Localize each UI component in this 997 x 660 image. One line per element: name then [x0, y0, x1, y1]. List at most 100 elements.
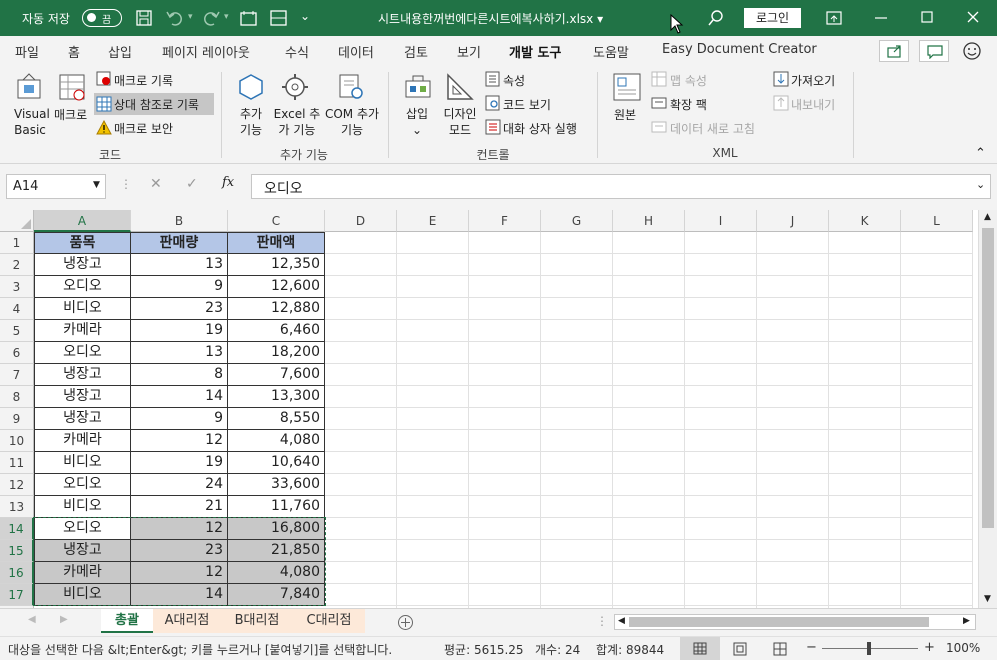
grid-cell[interactable] — [757, 518, 829, 540]
table-cell[interactable]: 12 — [131, 518, 228, 540]
grid-cell[interactable] — [469, 474, 541, 496]
table-cell[interactable]: 4,080 — [228, 430, 325, 452]
next-sheet-icon[interactable]: ▶ — [60, 614, 68, 625]
tab-split-icon[interactable]: ⋮ — [596, 614, 608, 628]
grid-cell[interactable] — [757, 276, 829, 298]
grid-cell[interactable] — [901, 430, 973, 452]
tab-easy-document-creator[interactable]: Easy Document Creator — [662, 42, 817, 57]
row-header[interactable]: 7 — [0, 364, 34, 386]
table-cell[interactable]: 냉장고 — [34, 364, 131, 386]
redo-icon[interactable] — [202, 10, 220, 26]
undo-icon[interactable] — [166, 10, 184, 26]
table-cell[interactable]: 비디오 — [34, 298, 131, 320]
table-cell[interactable]: 오디오 — [34, 342, 131, 364]
grid-cell[interactable] — [613, 540, 685, 562]
row-header[interactable]: 12 — [0, 474, 34, 496]
table-cell[interactable]: 12,880 — [228, 298, 325, 320]
com-addins-button[interactable]: COM 추가 기능 — [324, 106, 380, 138]
grid-cell[interactable] — [325, 342, 397, 364]
sheet-tab-b[interactable]: B대리점 — [221, 609, 293, 633]
table-cell[interactable]: 13 — [131, 254, 228, 276]
grid-cell[interactable] — [757, 452, 829, 474]
macro-button[interactable]: 매크로 — [54, 106, 87, 123]
grid-cell[interactable] — [325, 386, 397, 408]
table-cell[interactable]: 12 — [131, 430, 228, 452]
grid-cell[interactable] — [469, 232, 541, 254]
minimize-icon[interactable] — [874, 10, 888, 26]
column-header-a[interactable]: A — [34, 210, 131, 232]
table-cell[interactable]: 13 — [131, 342, 228, 364]
grid-cell[interactable] — [397, 298, 469, 320]
grid-cell[interactable] — [901, 276, 973, 298]
table-cell[interactable]: 냉장고 — [34, 408, 131, 430]
grid-cell[interactable] — [397, 496, 469, 518]
grid-cell[interactable] — [325, 430, 397, 452]
table-cell[interactable]: 오디오 — [34, 518, 131, 540]
grid-cell[interactable] — [685, 386, 757, 408]
grid-cell[interactable] — [541, 584, 613, 606]
scroll-up-icon[interactable]: ▲ — [984, 212, 991, 222]
insert-function-icon[interactable]: fx — [222, 175, 234, 190]
grid-cell[interactable] — [757, 496, 829, 518]
grid-cell[interactable] — [613, 562, 685, 584]
view-code-button[interactable]: 코드 보기 — [503, 96, 551, 113]
grid-cell[interactable] — [469, 364, 541, 386]
cancel-icon[interactable]: ✕ — [150, 176, 162, 192]
scroll-down-icon[interactable]: ▼ — [984, 594, 991, 604]
grid-cell[interactable] — [469, 584, 541, 606]
grid-cell[interactable] — [613, 342, 685, 364]
table-header-cell[interactable]: 품목 — [34, 232, 131, 254]
column-header-b[interactable]: B — [131, 210, 228, 232]
grid-cell[interactable] — [829, 430, 901, 452]
grid-cell[interactable] — [613, 320, 685, 342]
grid-cell[interactable] — [469, 518, 541, 540]
grid-cell[interactable] — [613, 232, 685, 254]
scroll-right-icon[interactable]: ▶ — [963, 616, 970, 626]
table-cell[interactable]: 13,300 — [228, 386, 325, 408]
grid-cell[interactable] — [685, 232, 757, 254]
grid-cell[interactable] — [541, 254, 613, 276]
tab-page-layout[interactable]: 페이지 레이아웃 — [162, 42, 250, 61]
zoom-level[interactable]: 100% — [946, 641, 980, 655]
grid-cell[interactable] — [541, 474, 613, 496]
enter-icon[interactable]: ✓ — [186, 176, 198, 192]
grid-cell[interactable] — [757, 386, 829, 408]
grid-cell[interactable] — [469, 254, 541, 276]
import-button[interactable]: 가져오기 — [791, 72, 835, 89]
table-cell[interactable]: 카메라 — [34, 430, 131, 452]
tab-formulas[interactable]: 수식 — [285, 42, 309, 61]
scroll-left-icon[interactable]: ◀ — [618, 616, 625, 626]
grid-cell[interactable] — [685, 364, 757, 386]
close-icon[interactable] — [966, 10, 980, 26]
grid-cell[interactable] — [469, 408, 541, 430]
grid-cell[interactable] — [613, 474, 685, 496]
table-cell[interactable]: 16,800 — [228, 518, 325, 540]
grid-cell[interactable] — [469, 562, 541, 584]
properties-button[interactable]: 속성 — [503, 72, 525, 89]
grid-cell[interactable] — [541, 452, 613, 474]
column-header-d[interactable]: D — [325, 210, 397, 232]
column-header-e[interactable]: E — [397, 210, 469, 232]
grid-cell[interactable] — [901, 452, 973, 474]
expand-formula-icon[interactable]: ⌄ — [976, 178, 985, 191]
grid-cell[interactable] — [325, 496, 397, 518]
grid-cell[interactable] — [541, 364, 613, 386]
table-cell[interactable]: 23 — [131, 298, 228, 320]
grid-cell[interactable] — [757, 540, 829, 562]
run-dialog-button[interactable]: 대화 상자 실행 — [503, 120, 577, 137]
grid-cell[interactable] — [469, 386, 541, 408]
expansion-packs-button[interactable]: 확장 팩 — [670, 96, 707, 113]
table-cell[interactable]: 4,080 — [228, 562, 325, 584]
login-button[interactable]: 로그인 — [744, 8, 801, 28]
table-cell[interactable]: 카메라 — [34, 320, 131, 342]
grid-cell[interactable] — [829, 320, 901, 342]
sheet-tab-summary[interactable]: 총괄 — [101, 609, 153, 633]
worksheet-grid[interactable]: ABCDEFGHIJKL 1 2 3 4 5 6 7 8 9 10 11 12 13 14 15 16 17 품… — [0, 210, 978, 608]
table-cell[interactable]: 냉장고 — [34, 254, 131, 276]
refresh-data-button[interactable]: 데이터 새로 고침 — [670, 120, 755, 137]
grid-cell[interactable] — [397, 408, 469, 430]
grid-cell[interactable] — [325, 452, 397, 474]
tab-help[interactable]: 도움말 — [593, 42, 629, 61]
table-cell[interactable]: 7,840 — [228, 584, 325, 606]
grid-cell[interactable] — [829, 496, 901, 518]
